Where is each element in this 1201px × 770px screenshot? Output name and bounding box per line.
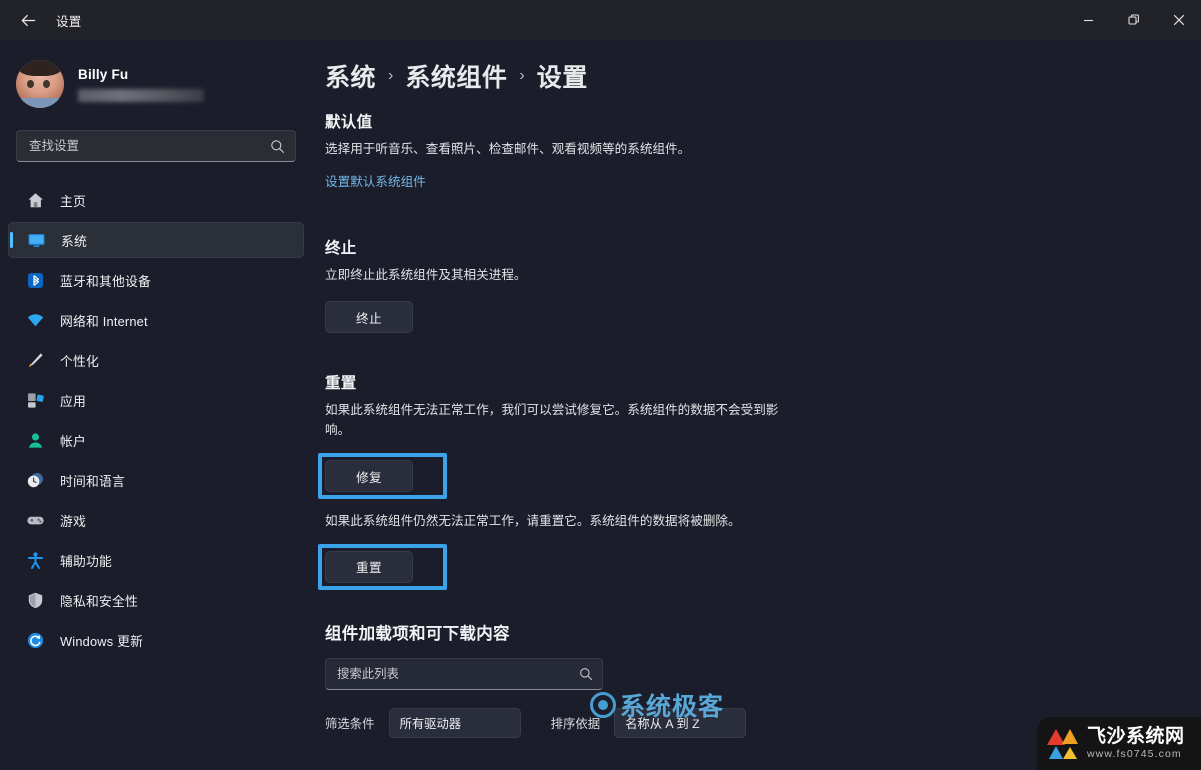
terminate-section: 终止 立即终止此系统组件及其相关进程。 终止: [325, 236, 1201, 334]
avatar: [16, 60, 64, 108]
sidebar-item-apps[interactable]: 应用: [8, 382, 304, 418]
repair-button[interactable]: 修复: [325, 460, 413, 493]
accessibility-icon: [24, 549, 46, 571]
sidebar-item-label: 时间和语言: [60, 473, 125, 489]
sidebar-item-network[interactable]: 网络和 Internet: [8, 302, 304, 338]
terminate-title: 终止: [325, 239, 357, 257]
defaults-title: 默认值: [325, 114, 373, 131]
repair-description: 如果此系统组件无法正常工作，我们可以尝试修复它。系统组件的数据不会受到影响。: [325, 403, 779, 437]
window-controls: [1066, 0, 1201, 40]
sidebar-item-label: 主页: [60, 193, 86, 209]
title-bar: 设置: [0, 0, 1201, 40]
terminate-button[interactable]: 终止: [325, 301, 413, 334]
window-title: 设置: [56, 14, 82, 29]
breadcrumb-settings: 设置: [536, 64, 588, 92]
breadcrumb-system-components[interactable]: 系统组件: [405, 58, 507, 94]
breadcrumb-system[interactable]: 系统: [325, 58, 376, 94]
filter-value: 所有驱动器: [399, 716, 462, 731]
search-icon: [580, 667, 593, 680]
watermark-corner: 飞沙系统网 www.fs0745.com: [1037, 717, 1201, 770]
sort-value: 名称从 A 到 Z: [625, 716, 700, 731]
back-button[interactable]: [8, 4, 48, 36]
settings-search-box[interactable]: [16, 130, 296, 162]
reset-button[interactable]: 重置: [325, 550, 413, 583]
watermark-corner-logo-icon: [1045, 726, 1081, 762]
home-icon: [24, 189, 46, 211]
repair-button-annotation: 修复: [318, 453, 447, 500]
account-name: Billy Fu: [78, 66, 129, 82]
sidebar-item-system[interactable]: 系统: [8, 222, 304, 258]
sidebar-item-label: 辅助功能: [60, 553, 112, 569]
main-content: 系统 › 系统组件 › 设置 默认值 选择用于听音乐、查看照片、检查邮件、观看视…: [312, 40, 1201, 770]
sidebar-item-label: 蓝牙和其他设备: [60, 273, 151, 289]
sidebar-item-accounts[interactable]: 帐户: [8, 422, 304, 458]
addons-title: 组件加载项和可下载内容: [325, 624, 510, 643]
sidebar-item-bluetooth[interactable]: 蓝牙和其他设备: [8, 262, 304, 298]
gamepad-icon: [24, 509, 46, 531]
settings-window: 设置 Billy Fu 查找设置 主页 系统 蓝牙和其他设备 网络和 Inter…: [0, 0, 1201, 770]
breadcrumb-separator-icon: ›: [388, 67, 394, 84]
account-email-redacted: [78, 88, 204, 102]
filter-label: 筛选条件: [325, 716, 375, 731]
watermark-corner-url: www.fs0745.com: [1087, 748, 1182, 761]
update-icon: [24, 629, 46, 651]
sidebar-item-home[interactable]: 主页: [8, 182, 304, 218]
sidebar-item-label: 帐户: [60, 433, 86, 449]
defaults-description: 选择用于听音乐、查看照片、检查邮件、观看视频等的系统组件。: [325, 142, 691, 156]
close-button[interactable]: [1156, 0, 1201, 40]
watermark-corner-name: 飞沙系统网: [1087, 725, 1185, 747]
terminate-description: 立即终止此系统组件及其相关进程。: [325, 267, 527, 282]
sidebar-item-gaming[interactable]: 游戏: [8, 502, 304, 538]
reset-button-annotation: 重置: [318, 543, 447, 590]
addons-search-box[interactable]: [325, 657, 603, 690]
sort-dropdown[interactable]: 名称从 A 到 Z: [614, 707, 747, 738]
clock-icon: [24, 469, 46, 491]
set-default-components-link[interactable]: 设置默认系统组件: [325, 171, 426, 190]
bluetooth-icon: [24, 269, 46, 291]
sidebar-item-privacy-security[interactable]: 隐私和安全性: [8, 582, 304, 618]
sidebar-item-accessibility[interactable]: 辅助功能: [8, 542, 304, 578]
search-input[interactable]: [29, 139, 270, 153]
display-icon: [25, 229, 47, 251]
sidebar: Billy Fu 主页: [0, 40, 312, 770]
sidebar-item-label: 个性化: [60, 353, 99, 369]
sidebar-item-label: Windows 更新: [60, 633, 144, 649]
minimize-button[interactable]: [1066, 0, 1111, 40]
sidebar-item-personalization[interactable]: 个性化: [8, 342, 304, 378]
back-arrow-icon: [21, 14, 35, 26]
minimize-icon: [1084, 19, 1093, 21]
sidebar-item-label: 隐私和安全性: [60, 593, 138, 609]
sidebar-item-label: 游戏: [60, 513, 86, 529]
sidebar-item-time-language[interactable]: 时间和语言: [8, 462, 304, 498]
restore-icon: [1127, 14, 1139, 25]
sidebar-nav: 主页 系统 蓝牙和其他设备 网络和 Internet 个性化 应用 帐户 时间和…: [0, 182, 312, 658]
brush-icon: [24, 349, 46, 371]
sidebar-item-windows-update[interactable]: Windows 更新: [8, 622, 304, 658]
reset-section: 重置 如果此系统组件无法正常工作，我们可以尝试修复它。系统组件的数据不会受到影响…: [318, 371, 1201, 590]
maximize-button[interactable]: [1111, 0, 1156, 40]
defaults-section: 默认值 选择用于听音乐、查看照片、检查邮件、观看视频等的系统组件。 设置默认系统…: [325, 110, 1201, 191]
account-header[interactable]: Billy Fu: [0, 40, 312, 112]
reset-description: 如果此系统组件仍然无法正常工作，请重置它。系统组件的数据将被删除。: [325, 514, 741, 529]
sidebar-item-label: 网络和 Internet: [60, 313, 148, 329]
sort-label: 排序依据: [550, 716, 601, 731]
addons-search-input[interactable]: [337, 666, 579, 681]
breadcrumb: 系统 › 系统组件 › 设置: [325, 58, 1201, 94]
sidebar-item-label: 系统: [61, 233, 87, 249]
filter-dropdown[interactable]: 所有驱动器: [388, 707, 521, 738]
sidebar-item-label: 应用: [60, 393, 86, 409]
apps-icon: [24, 389, 46, 411]
shield-icon: [24, 589, 46, 611]
search-icon: [271, 139, 284, 153]
close-icon: [1173, 14, 1184, 26]
account-icon: [24, 429, 46, 451]
reset-title: 重置: [325, 375, 357, 393]
breadcrumb-separator-icon: ›: [519, 67, 525, 84]
wifi-icon: [24, 309, 46, 331]
